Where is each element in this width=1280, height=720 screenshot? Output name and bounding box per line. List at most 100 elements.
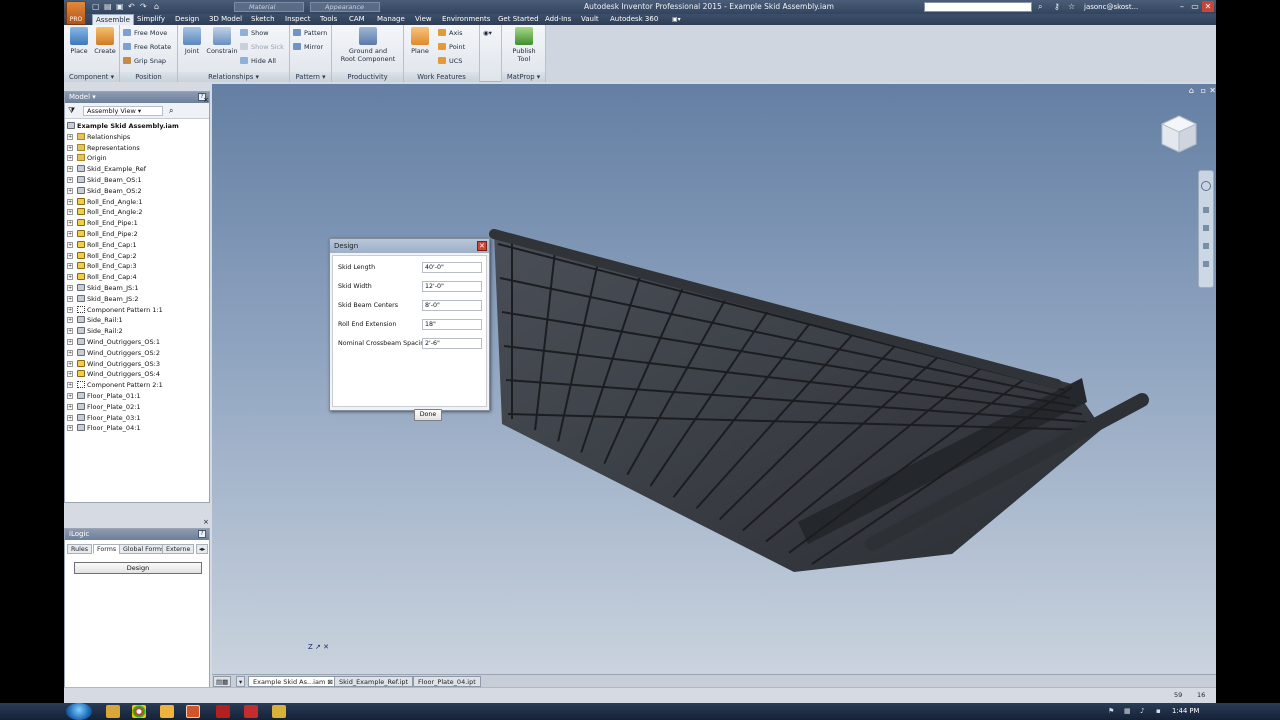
expand-icon[interactable]: + bbox=[67, 241, 73, 248]
constrain-button[interactable]: Constrain bbox=[206, 27, 238, 55]
tree-item[interactable]: + Roll_End_Cap:3 bbox=[67, 261, 207, 272]
minimize-icon[interactable]: – bbox=[1176, 1, 1188, 12]
material-select[interactable]: Material bbox=[234, 2, 304, 12]
design-form-button[interactable]: Design bbox=[74, 562, 202, 574]
expand-icon[interactable]: + bbox=[67, 220, 73, 227]
expand-icon[interactable]: + bbox=[67, 198, 73, 205]
pattern-button[interactable]: Pattern bbox=[293, 28, 327, 38]
redo-icon[interactable]: ↷ bbox=[140, 2, 147, 12]
navigation-bar[interactable] bbox=[1198, 170, 1214, 288]
tab-get-started[interactable]: Get Started bbox=[498, 14, 539, 25]
tree-root[interactable]: Example Skid Assembly.iam bbox=[67, 121, 207, 132]
ilogic-header[interactable]: iLogic ? bbox=[65, 529, 209, 540]
expand-icon[interactable]: + bbox=[67, 144, 73, 151]
acrobat-icon[interactable] bbox=[216, 705, 230, 718]
help-icon[interactable]: ? bbox=[198, 530, 206, 538]
tree-item[interactable]: + Skid_Beam_OS:1 bbox=[67, 175, 207, 186]
dropdown-icon[interactable]: ◉▾ bbox=[483, 28, 492, 38]
tree-item[interactable]: + Roll_End_Angle:1 bbox=[67, 197, 207, 208]
mirror-button[interactable]: Mirror bbox=[293, 42, 323, 52]
expand-icon[interactable]: + bbox=[67, 371, 73, 378]
expand-icon[interactable]: + bbox=[67, 317, 73, 324]
tile-view-icon[interactable]: ▤▦ bbox=[213, 676, 232, 687]
start-button[interactable] bbox=[66, 703, 92, 720]
expand-icon[interactable]: + bbox=[67, 360, 73, 367]
close-ilogic-icon[interactable]: × bbox=[203, 518, 209, 526]
expand-icon[interactable]: + bbox=[67, 306, 73, 313]
tab-scroll-icon[interactable]: ◂▸ bbox=[196, 544, 209, 554]
tray-icon[interactable]: ▪ bbox=[1156, 707, 1161, 715]
expand-icon[interactable]: + bbox=[67, 209, 73, 216]
create-button[interactable]: Create bbox=[93, 27, 117, 55]
tree-item[interactable]: + Skid_Beam_OS:2 bbox=[67, 186, 207, 197]
publish-tool-button[interactable]: Publish Tool bbox=[506, 27, 542, 63]
app-icon[interactable] bbox=[244, 705, 258, 718]
ribbon-options-icon[interactable]: ▣▾ bbox=[672, 14, 681, 25]
tree-item[interactable]: + Roll_End_Pipe:1 bbox=[67, 218, 207, 229]
network-icon[interactable]: ▦ bbox=[1124, 707, 1131, 715]
panel-label[interactable]: Relationships ▾ bbox=[178, 72, 289, 82]
tab-manage[interactable]: Manage bbox=[377, 14, 405, 25]
expand-icon[interactable]: + bbox=[67, 155, 73, 162]
hide-all-button[interactable]: Hide All bbox=[240, 56, 276, 66]
expand-icon[interactable]: + bbox=[67, 403, 73, 410]
doc-tab-skid-ref[interactable]: Skid_Example_Ref.ipt bbox=[334, 676, 414, 687]
app2-icon[interactable] bbox=[272, 705, 286, 718]
tab-rules[interactable]: Rules bbox=[67, 544, 92, 554]
show-sick-button[interactable]: Show Sick bbox=[240, 42, 284, 52]
tab-cam[interactable]: CAM bbox=[349, 14, 365, 25]
undo-icon[interactable]: ↶ bbox=[128, 2, 135, 12]
expand-icon[interactable]: + bbox=[67, 295, 73, 302]
tree-item[interactable]: + Skid_Beam_JS:1 bbox=[67, 283, 207, 294]
tree-item[interactable]: + Skid_Example_Ref bbox=[67, 164, 207, 175]
tree-item[interactable]: + Roll_End_Cap:4 bbox=[67, 272, 207, 283]
expand-icon[interactable]: + bbox=[67, 414, 73, 421]
assembly-view-select[interactable]: Assembly View ▾ bbox=[83, 106, 163, 116]
expand-icon[interactable]: + bbox=[67, 252, 73, 259]
expand-icon[interactable]: + bbox=[67, 166, 73, 173]
chrome-icon[interactable] bbox=[132, 705, 146, 718]
param-input[interactable]: 8'-0" bbox=[422, 300, 482, 311]
tree-item[interactable]: + Roll_End_Angle:2 bbox=[67, 207, 207, 218]
tree-item[interactable]: + Floor_Plate_03:1 bbox=[67, 413, 207, 424]
tree-item[interactable]: + Wind_Outriggers_OS:1 bbox=[67, 337, 207, 348]
home-icon[interactable]: ⌂ bbox=[154, 2, 159, 12]
expand-icon[interactable]: + bbox=[67, 187, 73, 194]
star-icon[interactable]: ☆ bbox=[1068, 2, 1075, 12]
tree-item[interactable]: + Origin bbox=[67, 153, 207, 164]
tab-vault[interactable]: Vault bbox=[581, 14, 599, 25]
key-icon[interactable]: ⚷ bbox=[1054, 2, 1060, 12]
maximize-icon[interactable]: ▭ bbox=[1189, 1, 1201, 12]
tree-item[interactable]: + Floor_Plate_04:1 bbox=[67, 423, 207, 434]
grip-snap-button[interactable]: Grip Snap bbox=[123, 56, 166, 66]
doc-tab-floor-plate[interactable]: Floor_Plate_04.ipt bbox=[413, 676, 481, 687]
dialog-close-icon[interactable]: ✕ bbox=[477, 241, 487, 251]
expand-icon[interactable]: + bbox=[67, 349, 73, 356]
close-model-icon[interactable]: × bbox=[203, 96, 209, 104]
param-input[interactable]: 40'-0" bbox=[422, 262, 482, 273]
inventor-icon[interactable] bbox=[186, 705, 200, 718]
point-button[interactable]: Point bbox=[438, 42, 465, 52]
model-browser-header[interactable]: Model ▾ ? bbox=[65, 92, 209, 103]
done-button[interactable]: Done bbox=[414, 409, 442, 421]
open-icon[interactable]: ▤ bbox=[104, 2, 112, 12]
expand-icon[interactable]: + bbox=[67, 284, 73, 291]
panel-label[interactable]: Pattern ▾ bbox=[290, 72, 331, 82]
folder-icon[interactable] bbox=[160, 705, 174, 718]
param-input[interactable]: 12'-0" bbox=[422, 281, 482, 292]
tree-item[interactable]: + Relationships bbox=[67, 132, 207, 143]
place-button[interactable]: Place bbox=[67, 27, 91, 55]
tab-autodesk-360[interactable]: Autodesk 360 bbox=[610, 14, 658, 25]
orbit-icon[interactable] bbox=[1203, 243, 1209, 249]
free-rotate-button[interactable]: Free Rotate bbox=[123, 42, 171, 52]
new-icon[interactable]: ▢ bbox=[92, 2, 100, 12]
viewcube[interactable] bbox=[1160, 114, 1198, 154]
tree-item[interactable]: + Roll_End_Cap:1 bbox=[67, 240, 207, 251]
tab-3d-model[interactable]: 3D Model bbox=[209, 14, 242, 25]
user-account[interactable]: jasonc@skost... bbox=[1084, 2, 1138, 12]
tab-view[interactable]: View bbox=[415, 14, 432, 25]
search-icon[interactable]: ⌕ bbox=[1038, 2, 1042, 12]
tree-item[interactable]: + Component Pattern 2:1 bbox=[67, 380, 207, 391]
restore-icon[interactable]: ▫ bbox=[1201, 86, 1206, 95]
plane-button[interactable]: Plane bbox=[407, 27, 433, 55]
